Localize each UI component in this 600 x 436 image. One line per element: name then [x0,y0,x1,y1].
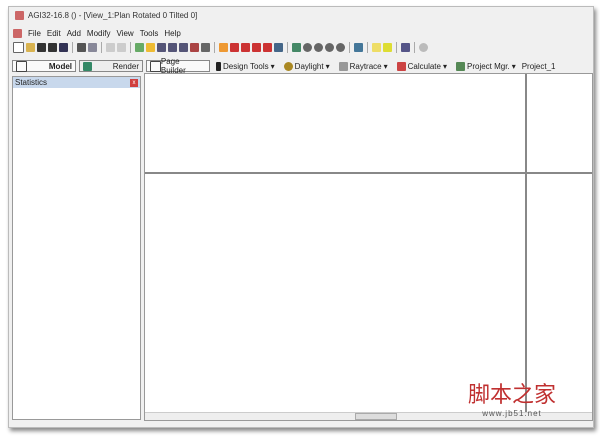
tab-label: Render [112,61,139,71]
watermark-text: 脚本之家 [467,383,556,408]
render-icon[interactable] [354,43,363,52]
aim-icon[interactable] [241,43,250,52]
marker-icon[interactable] [383,43,392,52]
menu-add[interactable]: Add [67,29,81,38]
zoom-icon[interactable] [157,43,166,52]
design-icon [216,61,221,71]
window-icon[interactable] [201,43,210,52]
save-icon[interactable] [59,43,68,52]
design-tools-dropdown[interactable]: Design Tools ▾ [213,61,278,71]
tool-label: Design Tools [223,61,269,71]
view3-icon[interactable] [325,43,334,52]
redo-icon[interactable] [117,43,126,52]
divider [525,74,527,412]
raytrace-icon [338,61,348,71]
panel-header: Statistics x [13,77,140,88]
model-icon [16,60,27,72]
zoom-out-icon[interactable] [179,43,188,52]
daylight-dropdown[interactable]: Daylight ▾ [281,61,333,71]
watermark: 脚本之家 www.jb51.net [468,377,556,418]
print-icon[interactable] [77,43,86,52]
toolbar [13,42,428,53]
title-bar: AGI32-16.8 () - [View_1:Plan Rotated 0 T… [15,11,197,20]
raytrace-dropdown[interactable]: Raytrace ▾ [336,61,391,71]
scroll-thumb[interactable] [355,413,397,420]
watermark-url: www.jb51.net [482,409,542,418]
menu-tools[interactable]: Tools [140,29,159,38]
menu-edit[interactable]: Edit [47,29,61,38]
menu-bar: File Edit Add Modify View Tools Help [13,29,181,38]
tool-label: Project Mgr. [467,61,510,71]
calculate-dropdown[interactable]: Calculate ▾ [394,61,450,71]
tab-model[interactable]: Model [12,60,76,72]
grid-icon[interactable] [274,43,283,52]
tab-render[interactable]: Render [79,60,143,72]
calculate-icon [396,61,406,71]
panel-title: Statistics [15,78,48,87]
project-icon [456,61,465,71]
help-icon[interactable] [419,43,428,52]
menu-file[interactable]: File [28,29,41,38]
doc-icon [13,29,22,38]
project-name[interactable]: Project_1 [522,62,556,71]
pan-icon[interactable] [146,43,155,52]
zoom-extents-icon[interactable] [190,43,199,52]
page-icon [150,60,161,72]
view2-icon[interactable] [314,43,323,52]
flag-icon[interactable] [230,43,239,52]
tab-page-builder[interactable]: Page Builder [146,57,210,75]
menu-modify[interactable]: Modify [87,29,111,38]
project-mgr-dropdown[interactable]: Project Mgr. ▾ [453,61,519,71]
render-tab-icon [83,61,92,71]
find-icon[interactable] [401,43,410,52]
note-icon[interactable] [372,43,381,52]
view-icon[interactable] [303,43,312,52]
point-icon[interactable] [263,43,272,52]
viewport[interactable] [144,73,593,421]
arrow-icon[interactable] [252,43,261,52]
app-icon [15,11,24,20]
menu-view[interactable]: View [116,29,133,38]
import-icon[interactable] [37,43,46,52]
sun-icon [283,61,293,71]
undo-icon[interactable] [106,43,115,52]
app-window: AGI32-16.8 () - [View_1:Plan Rotated 0 T… [8,6,594,428]
luminaire-icon[interactable] [219,43,228,52]
copy-icon[interactable] [88,43,97,52]
tool-label: Calculate [407,61,441,71]
tool-label: Raytrace [349,61,382,71]
pencil-icon[interactable] [135,43,144,52]
export-icon[interactable] [48,43,57,52]
open-icon[interactable] [26,43,35,52]
statistics-panel: Statistics x [12,76,141,420]
tab-label: Model [48,61,72,71]
layers-icon[interactable] [292,43,301,52]
view4-icon[interactable] [336,43,345,52]
mode-bar: Model Render Page Builder Design Tools ▾… [12,57,593,75]
window-title: AGI32-16.8 () - [View_1:Plan Rotated 0 T… [28,11,198,20]
new-icon[interactable] [13,42,24,53]
zoom-in-icon[interactable] [168,43,177,52]
menu-help[interactable]: Help [164,29,180,38]
close-icon[interactable]: x [130,78,138,87]
tool-label: Daylight [294,61,324,71]
